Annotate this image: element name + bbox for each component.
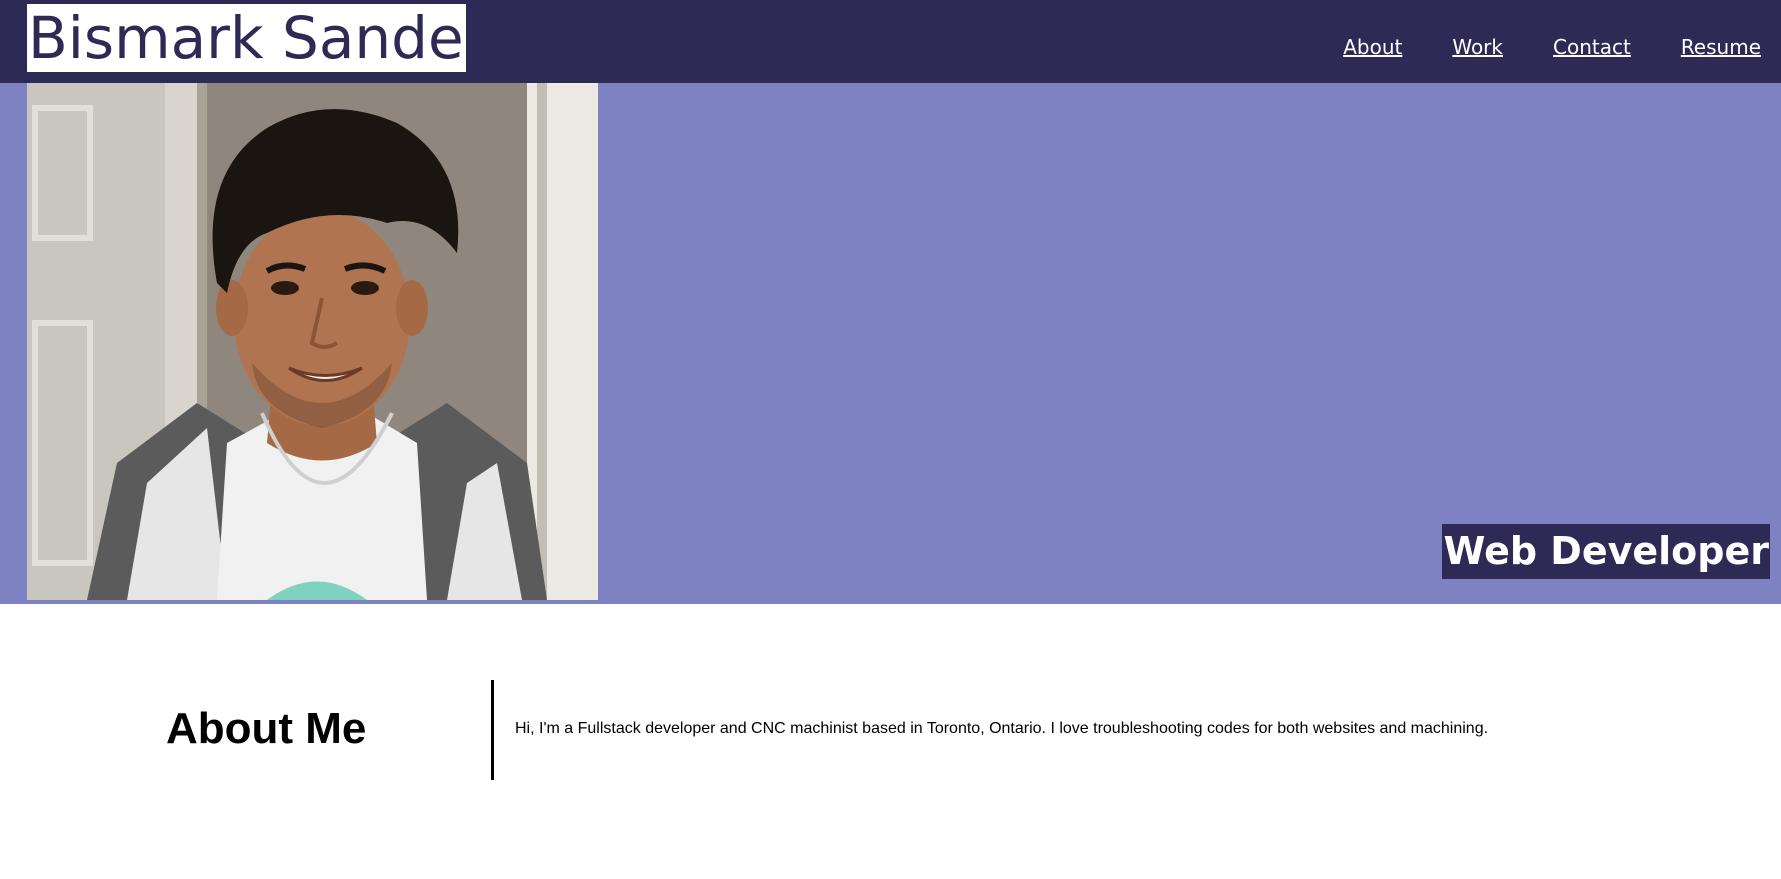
about-section: About Me Hi, I'm a Fullstack developer a…: [0, 604, 1781, 879]
about-description: Hi, I'm a Fullstack developer and CNC ma…: [515, 720, 1489, 737]
nav-link-work[interactable]: Work: [1452, 35, 1503, 59]
nav-link-about[interactable]: About: [1343, 35, 1402, 59]
main-nav: About Work Contact Resume: [1293, 35, 1761, 59]
nav-link-contact[interactable]: Contact: [1553, 35, 1631, 59]
site-header: Bismark Sandez About Work Contact Resume: [0, 0, 1781, 83]
about-divider: [491, 680, 494, 780]
about-heading: About Me: [166, 704, 367, 753]
role-badge: Web Developer: [1441, 524, 1770, 579]
hero-section: Web Developer: [0, 83, 1781, 604]
nav-link-resume[interactable]: Resume: [1681, 35, 1761, 59]
site-title[interactable]: Bismark Sandez: [27, 4, 466, 72]
profile-photo: [27, 83, 598, 600]
